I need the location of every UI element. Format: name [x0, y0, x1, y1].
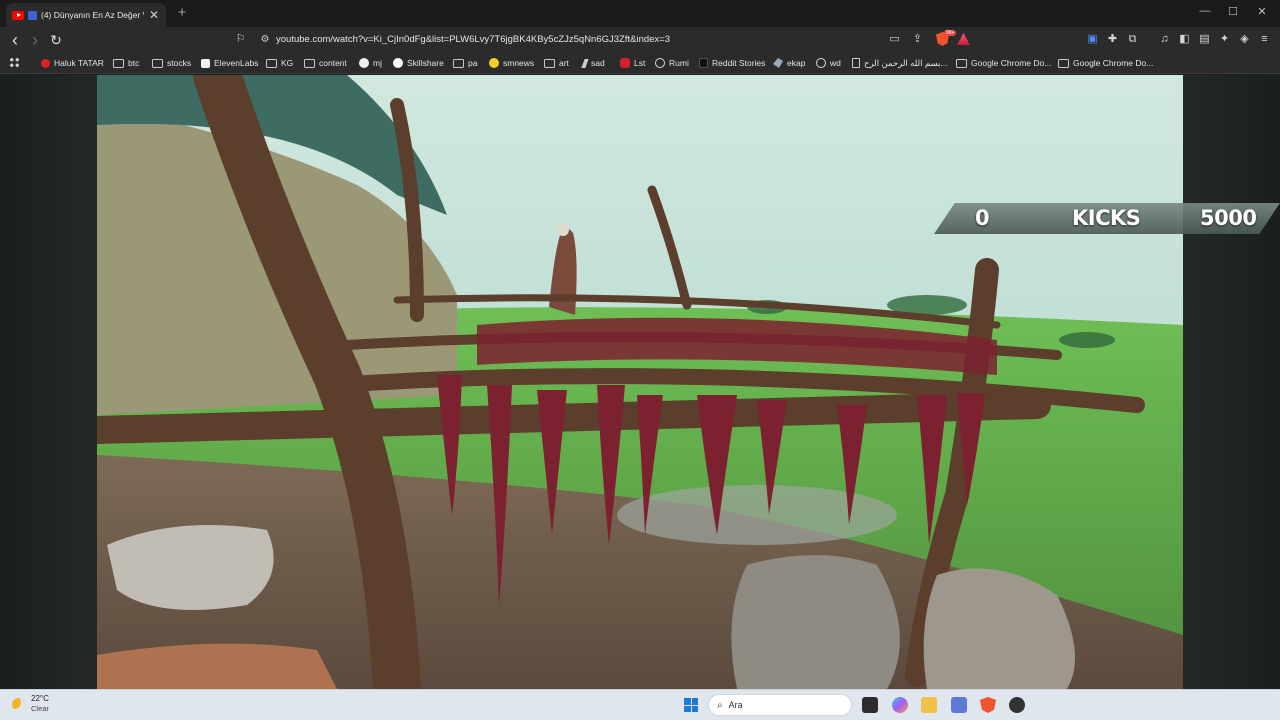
bookmark-rumi[interactable]: Rumi: [655, 56, 689, 70]
forward-button[interactable]: ›: [26, 31, 44, 49]
maximize-button[interactable]: ☐: [1226, 5, 1240, 18]
search-icon: ⌕: [717, 699, 723, 711]
search-placeholder: Ara: [728, 700, 743, 710]
windows-start-icon[interactable]: [684, 698, 698, 712]
bookmark-google-chrome-2[interactable]: Google Chrome Do...: [1058, 56, 1153, 70]
skillshare-icon: [393, 58, 403, 68]
wallet-icon[interactable]: ▤: [1197, 32, 1212, 47]
weather-temperature: 22°C: [31, 694, 49, 703]
app-icon[interactable]: [1009, 697, 1025, 713]
new-tab-button[interactable]: +: [174, 4, 190, 21]
bookmark-pa[interactable]: pa: [453, 56, 477, 70]
video-viewport: 0 KICKS 5000: [0, 75, 1280, 689]
reload-button[interactable]: ↻: [47, 31, 65, 49]
folder-icon: [544, 58, 555, 68]
github-icon: [359, 58, 369, 68]
bookmark-page-icon[interactable]: ⚐: [233, 32, 248, 47]
cast-icon[interactable]: ▭: [887, 32, 902, 47]
bookmark-skillshare[interactable]: Skillshare: [393, 56, 444, 70]
bookmark-art[interactable]: art: [544, 56, 569, 70]
bookmark-ekap[interactable]: ekap: [773, 56, 805, 70]
moon-icon: [12, 697, 25, 711]
extension-tab-icon[interactable]: ▣: [1085, 32, 1100, 47]
bookmark-content[interactable]: content: [304, 56, 347, 70]
video-ambient-left: [0, 75, 97, 689]
screenshot-icon[interactable]: ⧉: [1125, 32, 1140, 47]
bookmark-btc[interactable]: btc: [113, 56, 139, 70]
bookmark-sad[interactable]: sad: [581, 56, 605, 70]
windows-taskbar: 22°C Clear ⌕ Ara: [0, 689, 1280, 720]
video-player[interactable]: [97, 75, 1183, 689]
tab-youtube[interactable]: (4) Dünyanın En Az Değer Ver ✕: [6, 3, 166, 27]
copilot-icon[interactable]: [892, 697, 908, 713]
youtube-icon: [12, 10, 24, 20]
bookmark-basmala[interactable]: بسم الله الرحمن الرح...: [852, 56, 948, 70]
minimize-button[interactable]: —: [1198, 5, 1212, 17]
folder-icon: [304, 58, 315, 68]
task-view-icon[interactable]: [862, 697, 878, 713]
bookmark-lst[interactable]: Lst: [620, 56, 645, 70]
video-ambient-right: [1183, 75, 1280, 689]
foreground-rock: [97, 643, 337, 689]
snipping-tool-icon[interactable]: [951, 697, 967, 713]
weather-widget[interactable]: 22°C Clear: [12, 694, 49, 714]
file-explorer-icon[interactable]: [921, 697, 937, 713]
ash-patch: [617, 485, 897, 545]
menu-icon[interactable]: ≡: [1257, 32, 1272, 47]
folder-icon: [956, 58, 967, 68]
globe-icon: [655, 58, 665, 68]
leo-ai-icon[interactable]: ✦: [1217, 32, 1232, 47]
folder-icon: [453, 58, 464, 68]
folder-icon: [266, 58, 277, 68]
tab-strip: (4) Dünyanın En Az Değer Ver ✕ + — ☐ ✕: [0, 0, 1280, 27]
tab-audio-icon[interactable]: [28, 10, 37, 20]
kicks-start-value: 0: [975, 206, 990, 230]
tab-title: (4) Dünyanın En Az Değer Ver: [41, 10, 144, 20]
taskbar-search[interactable]: ⌕ Ara: [708, 694, 852, 716]
bookmark-google-chrome-1[interactable]: Google Chrome Do...: [956, 56, 1051, 70]
man-head: [557, 224, 569, 236]
close-window-button[interactable]: ✕: [1255, 5, 1269, 18]
bookmark-smnews[interactable]: smnews: [489, 56, 534, 70]
brave-browser-icon[interactable]: [980, 697, 996, 713]
bookmark-kg[interactable]: KG: [266, 56, 293, 70]
media-control-icon[interactable]: ♫: [1157, 32, 1172, 47]
bookmark-stocks[interactable]: stocks: [152, 56, 191, 70]
brave-shields-badge: 99+: [944, 30, 957, 36]
bookmark-elevenlabs[interactable]: ElevenLabs: [201, 56, 258, 70]
video-frame: [97, 75, 1183, 689]
extensions-puzzle-icon[interactable]: ✚: [1105, 32, 1120, 47]
bookmarks-bar: Haluk TATAR btc stocks ElevenLabs KG con…: [0, 52, 1280, 74]
sidebar-icon[interactable]: ◧: [1177, 32, 1192, 47]
apps-grid-icon[interactable]: [9, 57, 20, 68]
folder-icon: [113, 58, 124, 68]
bird-icon: [773, 58, 783, 68]
folder-icon: [1058, 58, 1069, 68]
globe-icon: [816, 58, 826, 68]
tab-close-icon[interactable]: ✕: [148, 8, 160, 22]
bookmark-haluk-tatar[interactable]: Haluk TATAR: [41, 56, 104, 70]
browser-toolbar: ‹ › ↻ ⚐ ⚙ youtube.com/watch?v=Ki_CjIn0dF…: [0, 27, 1280, 52]
bookmark-wd[interactable]: wd: [816, 56, 841, 70]
d-logo-icon: [699, 58, 708, 68]
share-icon[interactable]: ⇪: [910, 32, 925, 47]
folder-icon: [152, 58, 163, 68]
slash-icon: [581, 58, 589, 68]
site-settings-icon[interactable]: ⚙: [254, 34, 276, 45]
back-button[interactable]: ‹: [6, 31, 24, 49]
kicks-overlay-banner: 0 KICKS 5000: [934, 203, 1280, 234]
weather-condition: Clear: [31, 704, 49, 713]
kicks-target-value: 5000: [1200, 206, 1257, 230]
bookmark-mj[interactable]: mj: [359, 56, 382, 70]
bookmark-reddit-stories[interactable]: Reddit Stories: [699, 56, 765, 70]
url-text: youtube.com/watch?v=Ki_CjIn0dFg&list=PLW…: [276, 34, 671, 45]
s-logo-icon: [620, 58, 630, 68]
youtube-icon: [41, 58, 50, 68]
elevenlabs-icon: [201, 58, 210, 68]
address-bar[interactable]: ⚙ youtube.com/watch?v=Ki_CjIn0dFg&list=P…: [254, 29, 978, 50]
page-icon: [852, 58, 860, 68]
vpn-shield-icon[interactable]: ◈: [1237, 32, 1252, 47]
smiley-icon: [489, 58, 499, 68]
kicks-label: KICKS: [1072, 206, 1141, 230]
